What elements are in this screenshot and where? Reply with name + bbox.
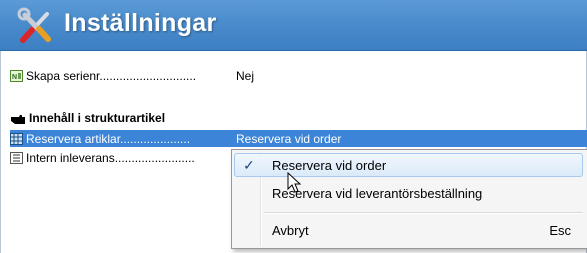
setting-label: Intern inleverans.......................… [26, 150, 195, 165]
tools-icon [17, 7, 51, 43]
pointing-hand-icon [11, 114, 25, 124]
setting-row-skapa-serienr[interactable]: N Skapa serienr.........................… [10, 67, 254, 84]
menu-shortcut: Esc [549, 222, 571, 238]
section-heading: Innehåll i strukturartikel [10, 111, 165, 125]
setting-label: Reservera artiklar..................... [26, 131, 191, 146]
menu-item-label: Reservera vid order [272, 157, 387, 173]
setting-row-intern-inleverans[interactable]: Intern inleverans.......................… [10, 149, 195, 166]
page-title: Inställningar [64, 9, 217, 37]
title-bar: Inställningar [0, 0, 587, 51]
menu-separator [264, 212, 583, 214]
section-title: Innehåll i strukturartikel [29, 111, 166, 125]
checkmark-icon: ✓ [243, 156, 255, 173]
setting-value: Nej [236, 68, 255, 83]
svg-text:N: N [12, 74, 17, 81]
setting-row-reservera-artiklar[interactable]: Reservera artiklar..................... … [10, 130, 587, 147]
menu-item-label: Reservera vid leverantörsbeställning [272, 185, 483, 201]
number-series-icon: N [10, 69, 23, 82]
menu-item-avbryt[interactable]: Avbryt Esc [234, 218, 583, 242]
setting-value: Reservera vid order [236, 131, 342, 146]
context-menu: ✓ Reservera vid order Reservera vid leve… [231, 149, 587, 249]
list-icon [10, 151, 23, 164]
setting-label: Skapa serienr...........................… [26, 68, 197, 83]
mouse-cursor-icon [287, 172, 302, 193]
grid-icon [10, 132, 23, 145]
menu-item-label: Avbryt [272, 222, 309, 238]
